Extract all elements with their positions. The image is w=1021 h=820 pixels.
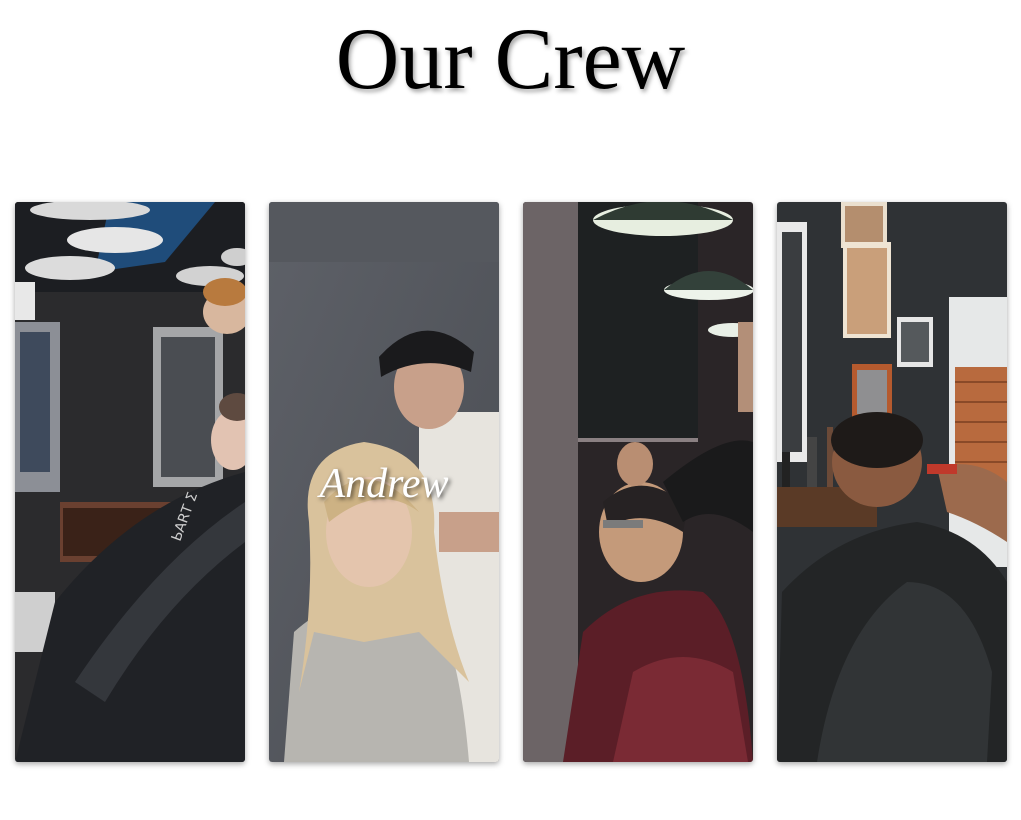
page-title: Our Crew bbox=[335, 11, 686, 108]
crew-card-1[interactable]: ЬΑRΤ Σ bbox=[15, 202, 245, 762]
crew-gallery: ЬΑRΤ Σ Andrew bbox=[15, 202, 1007, 762]
crew-name-andrew: Andrew bbox=[319, 461, 449, 507]
crew-photo-3 bbox=[523, 202, 753, 762]
crew-photo-1: ЬΑRΤ Σ bbox=[15, 202, 245, 762]
crew-card-2[interactable]: Andrew bbox=[269, 202, 499, 762]
crew-photo-4 bbox=[777, 202, 1007, 762]
crew-card-3[interactable] bbox=[523, 202, 753, 762]
crew-card-4[interactable] bbox=[777, 202, 1007, 762]
